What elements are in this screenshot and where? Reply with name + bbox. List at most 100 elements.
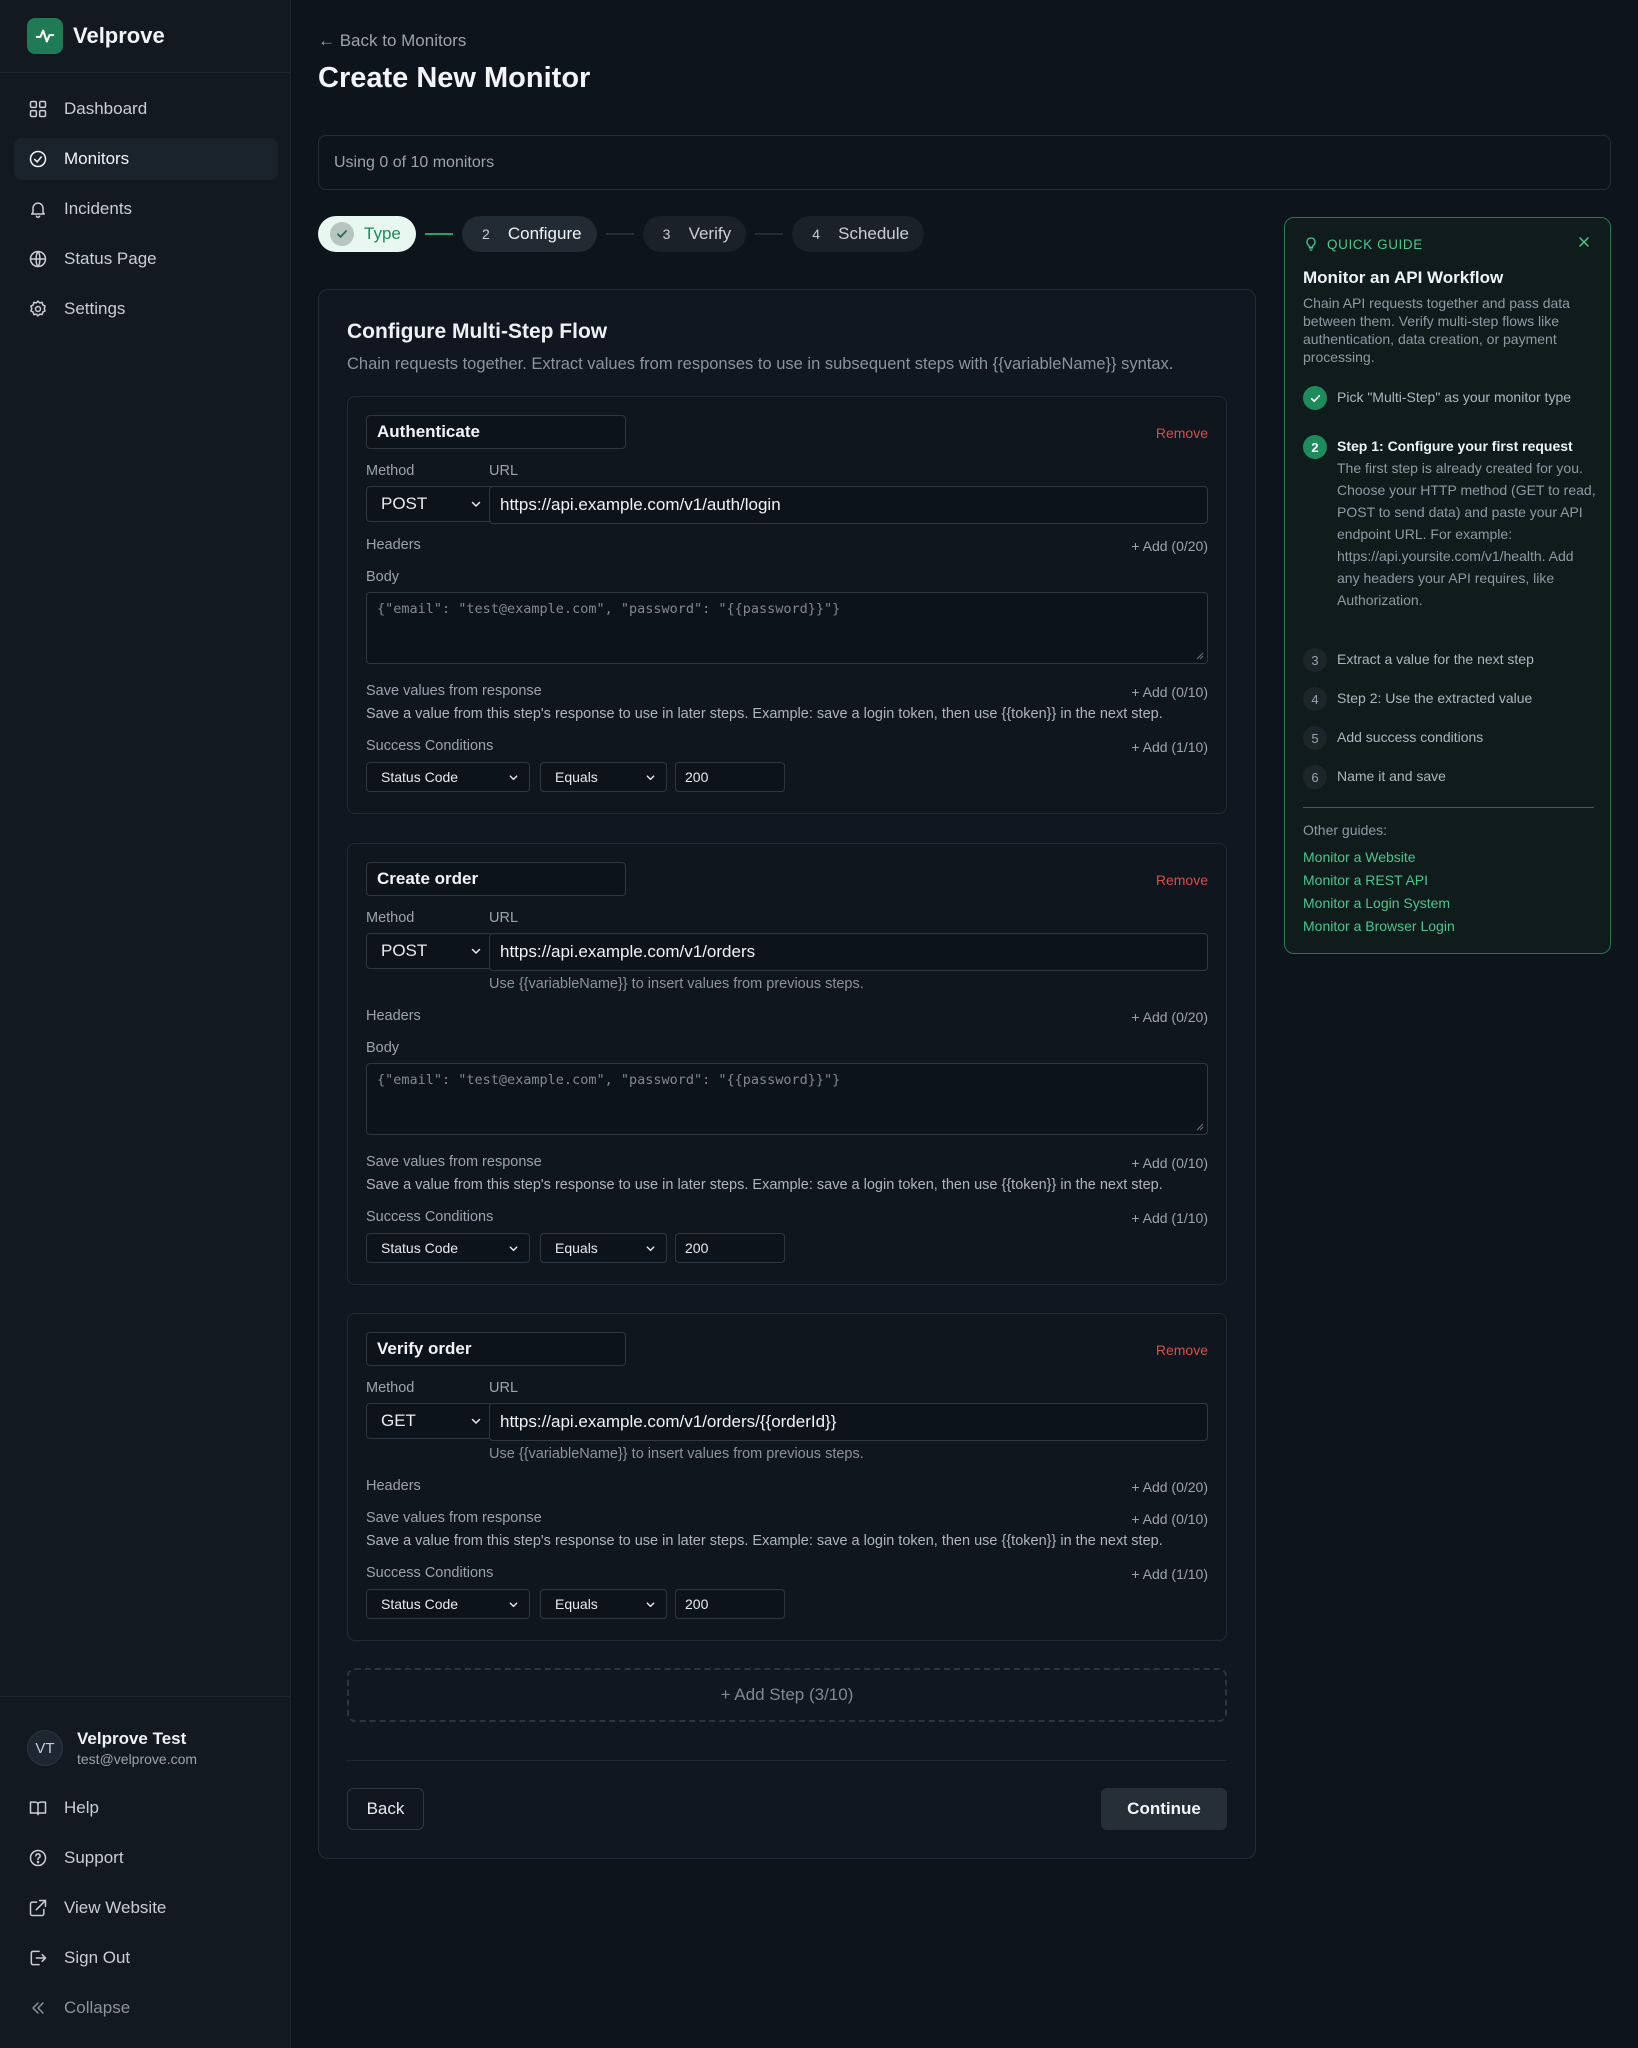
dashboard-icon: [29, 100, 47, 118]
sidebar-item-label: Status Page: [64, 249, 157, 268]
add-condition-button[interactable]: + Add (1/10): [1131, 739, 1208, 755]
sidebar-item-sign-out[interactable]: Sign Out: [14, 1937, 278, 1979]
guide-step-text: Pick "Multi-Step" as your monitor type: [1337, 389, 1572, 405]
url-label: URL: [489, 910, 519, 926]
add-header-button[interactable]: + Add (0/20): [1131, 1009, 1208, 1025]
configure-card: Configure Multi-Step Flow Chain requests…: [318, 289, 1256, 1859]
brand-name: Velprove: [73, 23, 165, 48]
condition-value-input[interactable]: 200: [675, 1589, 785, 1619]
add-header-button[interactable]: + Add (0/20): [1131, 1479, 1208, 1495]
sidebar-item-incidents[interactable]: Incidents: [14, 188, 278, 230]
bell-icon: [31, 202, 45, 219]
add-save-value-button[interactable]: + Add (0/10): [1131, 684, 1208, 700]
divider: [0, 72, 291, 73]
url-input[interactable]: https://api.example.com/v1/orders/{{orde…: [489, 1403, 1208, 1441]
wizard-stepper: Type 2 Configure 3 Verify 4 Schedule: [318, 215, 924, 253]
close-guide-button[interactable]: [1576, 234, 1592, 255]
add-condition-button[interactable]: + Add (1/10): [1131, 1210, 1208, 1226]
form-title: Configure Multi-Step Flow: [347, 320, 608, 343]
sidebar-item-help[interactable]: Help: [14, 1787, 278, 1829]
sidebar-item-settings[interactable]: Settings: [14, 288, 278, 330]
condition-field-value: Status Code: [381, 1596, 459, 1612]
step-label: Verify: [688, 224, 732, 243]
step-number: 4: [812, 226, 820, 242]
sidebar-item-monitors[interactable]: Monitors: [14, 138, 278, 180]
url-label: URL: [489, 1380, 519, 1396]
quick-guide-heading: QUICK GUIDE: [1327, 236, 1423, 252]
step-number: 3: [662, 226, 671, 242]
back-to-monitors-link[interactable]: ← Back to Monitors: [318, 31, 466, 51]
method-select[interactable]: GET: [366, 1403, 493, 1439]
add-header-button[interactable]: + Add (0/20): [1131, 538, 1208, 554]
save-values-description: Save a value from this step's response t…: [366, 1177, 1163, 1193]
url-input[interactable]: https://api.example.com/v1/orders: [489, 933, 1208, 971]
usage-text: Using 0 of 10 monitors: [334, 153, 495, 171]
guide-link-rest-api[interactable]: Monitor a REST API: [1303, 872, 1428, 888]
resize-handle-icon[interactable]: [1196, 652, 1204, 660]
chevron-down-icon: [646, 1245, 655, 1251]
add-save-value-button[interactable]: + Add (0/10): [1131, 1511, 1208, 1527]
add-save-value-button[interactable]: + Add (0/10): [1131, 1155, 1208, 1171]
remove-step-button[interactable]: Remove: [1156, 425, 1208, 441]
remove-step-button[interactable]: Remove: [1156, 872, 1208, 888]
check-icon: [1303, 386, 1327, 410]
condition-operator-select[interactable]: Equals: [540, 762, 667, 792]
body-textarea[interactable]: {"email": "test@example.com", "password"…: [366, 1063, 1208, 1135]
condition-field-value: Status Code: [381, 769, 459, 785]
condition-value-input[interactable]: 200: [675, 762, 785, 792]
step-name-input[interactable]: Authenticate: [366, 415, 626, 449]
other-guides-label: Other guides:: [1303, 822, 1388, 838]
flow-step-2: Create order Remove Method URL POST http…: [347, 843, 1227, 1285]
user-name: Velprove Test: [77, 1729, 187, 1748]
condition-field-select[interactable]: Status Code: [366, 1589, 530, 1619]
add-step-button[interactable]: + Add Step (3/10): [347, 1668, 1227, 1722]
continue-button[interactable]: Continue: [1101, 1788, 1227, 1830]
step-name-input[interactable]: Create order: [366, 862, 626, 896]
resize-handle-icon[interactable]: [1196, 1123, 1204, 1131]
condition-operator-select[interactable]: Equals: [540, 1589, 667, 1619]
body-placeholder: {"email": "test@example.com", "password"…: [377, 601, 841, 617]
sidebar-item-support[interactable]: Support: [14, 1837, 278, 1879]
sidebar-item-label: Help: [64, 1798, 99, 1817]
chevron-down-icon: [646, 1601, 655, 1607]
method-value: POST: [381, 941, 428, 960]
step-type[interactable]: Type: [318, 216, 416, 252]
method-select[interactable]: POST: [366, 486, 493, 522]
body-textarea[interactable]: {"email": "test@example.com", "password"…: [366, 592, 1208, 664]
save-values-description: Save a value from this step's response t…: [366, 706, 1163, 722]
condition-field-select[interactable]: Status Code: [366, 762, 530, 792]
form-subtitle: Chain requests together. Extract values …: [347, 355, 1174, 373]
sidebar-item-view-website[interactable]: View Website: [14, 1887, 278, 1929]
back-button[interactable]: Back: [347, 1788, 424, 1830]
sidebar-item-dashboard[interactable]: Dashboard: [14, 88, 278, 130]
guide-step-text: Extract a value for the next step: [1337, 651, 1534, 667]
url-input[interactable]: https://api.example.com/v1/auth/login: [489, 486, 1208, 524]
step-verify[interactable]: 3 Verify: [642, 216, 747, 252]
sidebar-item-collapse[interactable]: Collapse: [14, 1987, 278, 2029]
step-configure[interactable]: 2 Configure: [461, 216, 597, 252]
method-label: Method: [366, 910, 415, 926]
chevron-down-icon: [471, 501, 481, 507]
condition-field-select[interactable]: Status Code: [366, 1233, 530, 1263]
remove-step-button[interactable]: Remove: [1156, 1342, 1208, 1358]
sidebar-bottom-nav: Help Support View Website Sign Out Colla…: [14, 1787, 278, 2037]
brand[interactable]: Velprove: [27, 18, 165, 54]
guide-link-login-system[interactable]: Monitor a Login System: [1303, 895, 1450, 911]
guide-link-browser-login[interactable]: Monitor a Browser Login: [1303, 918, 1455, 934]
user-profile[interactable]: VT Velprove Test test@velprove.com: [27, 1729, 197, 1767]
method-select[interactable]: POST: [366, 933, 493, 969]
condition-value-input[interactable]: 200: [675, 1233, 785, 1263]
monitors-icon: [29, 150, 47, 168]
sidebar-item-status-page[interactable]: Status Page: [14, 238, 278, 280]
step-name-input[interactable]: Verify order: [366, 1332, 626, 1366]
step-schedule[interactable]: 4 Schedule: [792, 216, 924, 252]
usage-banner: Using 0 of 10 monitors: [318, 135, 1611, 190]
body-placeholder: {"email": "test@example.com", "password"…: [377, 1072, 841, 1088]
sidebar-item-label: Support: [64, 1848, 124, 1867]
url-value: https://api.example.com/v1/orders: [500, 942, 756, 961]
condition-operator-select[interactable]: Equals: [540, 1233, 667, 1263]
external-link-icon: [29, 1899, 47, 1917]
guide-link-website[interactable]: Monitor a Website: [1303, 849, 1416, 865]
add-condition-button[interactable]: + Add (1/10): [1131, 1566, 1208, 1582]
sidebar-item-label: Incidents: [64, 199, 133, 218]
